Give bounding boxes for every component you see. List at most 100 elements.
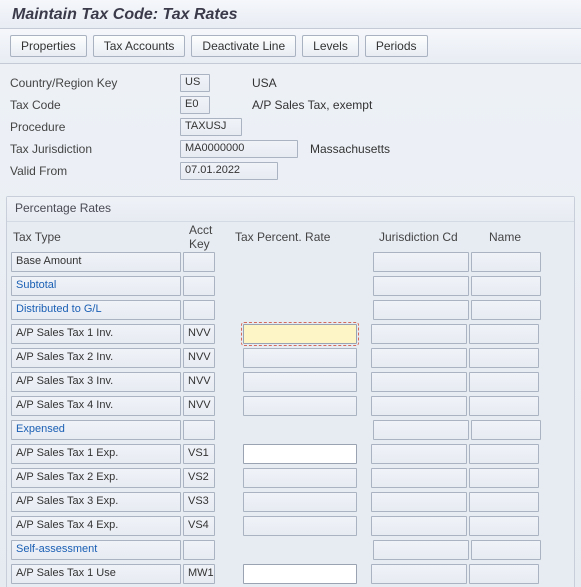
name-cell — [469, 492, 539, 512]
table-row: A/P Sales Tax 4 Inv.NVV — [11, 394, 570, 418]
validfrom-field[interactable]: 07.01.2022 — [180, 162, 278, 180]
table-row: A/P Sales Tax 3 Exp.VS3 — [11, 490, 570, 514]
table-row: Distributed to G/L — [11, 298, 570, 322]
jurisdiction-cell — [373, 300, 469, 320]
group-title: Percentage Rates — [7, 197, 574, 222]
levels-button[interactable]: Levels — [302, 35, 359, 57]
page-title: Maintain Tax Code: Tax Rates — [0, 0, 581, 29]
tax-type-cell: A/P Sales Tax 3 Exp. — [11, 492, 181, 512]
taxjur-label: Tax Jurisdiction — [10, 142, 180, 156]
name-cell — [471, 300, 541, 320]
jurisdiction-cell — [371, 564, 467, 584]
grid-header: Tax Type Acct Key Tax Percent. Rate Juri… — [11, 226, 570, 248]
name-cell — [469, 348, 539, 368]
acct-key-cell: NVV — [183, 348, 215, 368]
acct-key-cell: VS1 — [183, 444, 215, 464]
procedure-label: Procedure — [10, 120, 180, 134]
name-cell — [469, 564, 539, 584]
rates-grid: Tax Type Acct Key Tax Percent. Rate Juri… — [7, 222, 574, 587]
jurisdiction-cell — [371, 468, 467, 488]
name-cell — [471, 276, 541, 296]
tax-rate-cell[interactable] — [243, 324, 357, 344]
acct-key-cell: VS3 — [183, 492, 215, 512]
tax-accounts-button[interactable]: Tax Accounts — [93, 35, 186, 57]
name-cell — [471, 252, 541, 272]
taxjur-field[interactable]: MA0000000 — [180, 140, 298, 158]
name-cell — [469, 516, 539, 536]
tax-type-cell: A/P Sales Tax 3 Inv. — [11, 372, 181, 392]
deactivate-line-button[interactable]: Deactivate Line — [191, 35, 296, 57]
name-cell — [469, 372, 539, 392]
jurisdiction-cell — [371, 396, 467, 416]
col-rate: Tax Percent. Rate — [235, 230, 379, 244]
table-row: A/P Sales Tax 4 Exp.VS4 — [11, 514, 570, 538]
taxjur-desc: Massachusetts — [310, 142, 390, 156]
name-cell — [471, 420, 541, 440]
validfrom-label: Valid From — [10, 164, 180, 178]
tax-rate-cell — [243, 396, 357, 416]
acct-key-cell: NVV — [183, 396, 215, 416]
col-tax-type: Tax Type — [11, 230, 189, 244]
col-name: Name — [489, 230, 559, 244]
tax-type-cell[interactable]: Distributed to G/L — [11, 300, 181, 320]
procedure-field[interactable]: TAXUSJ — [180, 118, 242, 136]
country-desc: USA — [252, 76, 277, 90]
col-acct-key: Acct Key — [189, 223, 235, 251]
jurisdiction-cell — [373, 540, 469, 560]
taxcode-desc: A/P Sales Tax, exempt — [252, 98, 372, 112]
periods-button[interactable]: Periods — [365, 35, 428, 57]
acct-key-cell — [183, 252, 215, 272]
acct-key-cell: VS4 — [183, 516, 215, 536]
tax-type-cell: A/P Sales Tax 2 Inv. — [11, 348, 181, 368]
name-cell — [469, 444, 539, 464]
taxcode-label: Tax Code — [10, 98, 180, 112]
tax-type-cell: A/P Sales Tax 1 Inv. — [11, 324, 181, 344]
acct-key-cell: NVV — [183, 372, 215, 392]
toolbar: Properties Tax Accounts Deactivate Line … — [0, 29, 581, 64]
tax-rate-cell[interactable] — [243, 444, 357, 464]
tax-rate-cell — [243, 492, 357, 512]
table-row: A/P Sales Tax 1 UseMW1 — [11, 562, 570, 586]
percentage-rates-group: Percentage Rates Tax Type Acct Key Tax P… — [6, 196, 575, 587]
jurisdiction-cell — [371, 492, 467, 512]
tax-rate-cell — [243, 468, 357, 488]
name-cell — [469, 396, 539, 416]
tax-rate-cell — [243, 516, 357, 536]
tax-type-cell[interactable]: Subtotal — [11, 276, 181, 296]
jurisdiction-cell — [371, 372, 467, 392]
table-row: A/P Sales Tax 3 Inv.NVV — [11, 370, 570, 394]
tax-type-cell[interactable]: Expensed — [11, 420, 181, 440]
tax-type-cell: A/P Sales Tax 4 Exp. — [11, 516, 181, 536]
table-row: Self-assessment — [11, 538, 570, 562]
col-jur: Jurisdiction Cd — [379, 230, 489, 244]
taxcode-field[interactable]: E0 — [180, 96, 210, 114]
country-field[interactable]: US — [180, 74, 210, 92]
tax-type-cell[interactable]: Self-assessment — [11, 540, 181, 560]
jurisdiction-cell — [373, 420, 469, 440]
jurisdiction-cell — [371, 444, 467, 464]
table-row: A/P Sales Tax 1 Exp.VS1 — [11, 442, 570, 466]
tax-rate-cell[interactable] — [243, 564, 357, 584]
table-row: A/P Sales Tax 1 Inv.NVV — [11, 322, 570, 346]
table-row: Base Amount — [11, 250, 570, 274]
properties-button[interactable]: Properties — [10, 35, 87, 57]
table-row: Subtotal — [11, 274, 570, 298]
acct-key-cell: NVV — [183, 324, 215, 344]
tax-type-cell: A/P Sales Tax 1 Exp. — [11, 444, 181, 464]
tax-rate-cell — [243, 372, 357, 392]
acct-key-cell — [183, 540, 215, 560]
window: Maintain Tax Code: Tax Rates Properties … — [0, 0, 581, 587]
name-cell — [469, 468, 539, 488]
acct-key-cell — [183, 300, 215, 320]
tax-rate-cell — [243, 348, 357, 368]
acct-key-cell: MW1 — [183, 564, 215, 584]
jurisdiction-cell — [371, 348, 467, 368]
acct-key-cell — [183, 420, 215, 440]
jurisdiction-cell — [371, 516, 467, 536]
table-row: A/P Sales Tax 2 Inv.NVV — [11, 346, 570, 370]
jurisdiction-cell — [373, 276, 469, 296]
jurisdiction-cell — [373, 252, 469, 272]
table-row: A/P Sales Tax 2 Exp.VS2 — [11, 466, 570, 490]
tax-type-cell: Base Amount — [11, 252, 181, 272]
name-cell — [471, 540, 541, 560]
